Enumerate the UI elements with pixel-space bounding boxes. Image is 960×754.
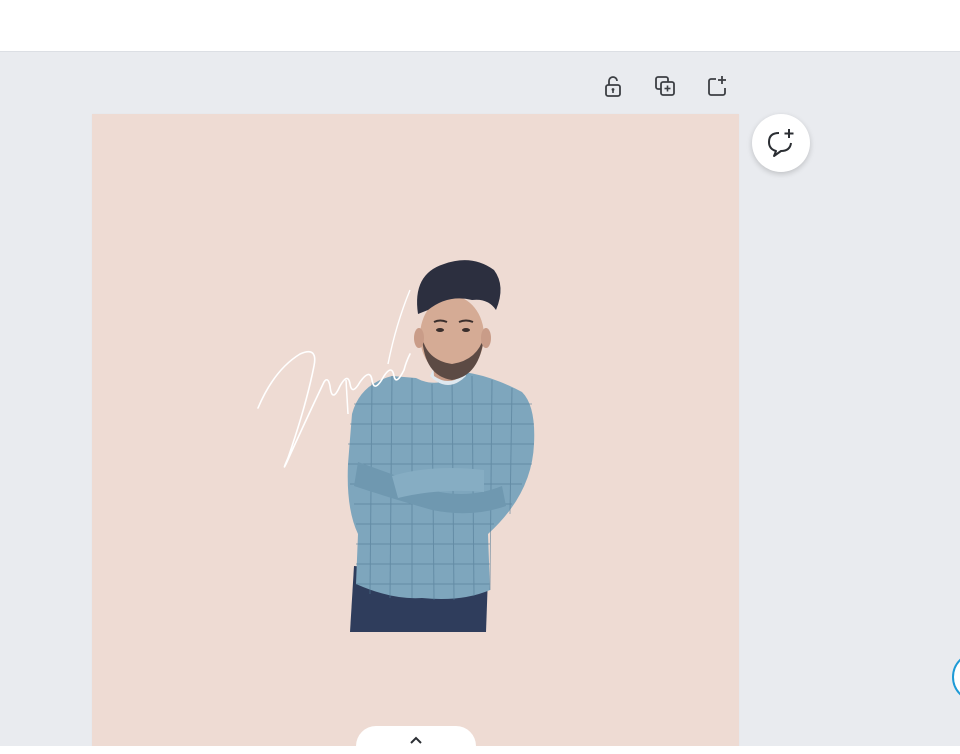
page-toolbar <box>596 70 734 102</box>
chevron-up-icon <box>410 736 422 744</box>
signature-graphic[interactable] <box>92 114 739 746</box>
top-header-bar <box>0 0 960 52</box>
comment-add-icon <box>768 129 794 157</box>
unlock-icon <box>605 76 621 97</box>
help-button[interactable] <box>952 652 960 702</box>
duplicate-page-button[interactable] <box>648 70 682 102</box>
lock-toggle-button[interactable] <box>596 70 630 102</box>
add-page-icon <box>708 76 726 96</box>
add-comment-button[interactable] <box>752 114 810 172</box>
duplicate-page-icon <box>655 76 675 96</box>
pages-panel-toggle[interactable] <box>356 726 476 754</box>
editor-workspace <box>0 52 960 746</box>
bottom-bar <box>0 746 960 754</box>
add-page-button[interactable] <box>700 70 734 102</box>
design-canvas[interactable] <box>92 114 739 746</box>
